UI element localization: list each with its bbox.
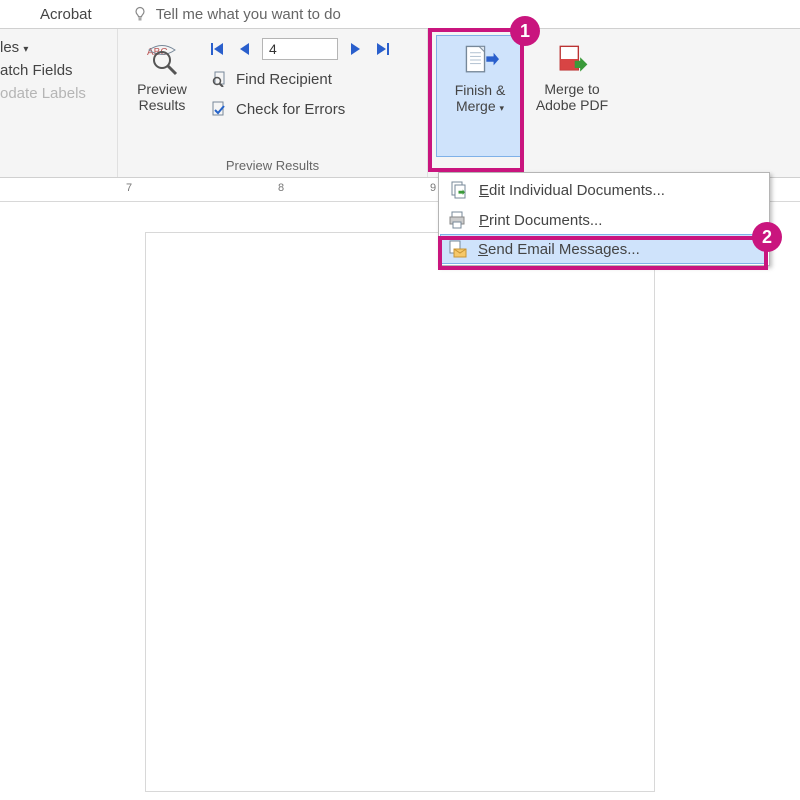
callout-badge-1: 1 — [510, 16, 540, 46]
callout-badge-2: 2 — [752, 222, 782, 252]
document-page[interactable] — [145, 232, 655, 792]
tell-me-search[interactable]: Tell me what you want to do — [132, 6, 341, 23]
pdf-icon — [553, 41, 591, 77]
menu-label: EEdit Individual Documents...dit Individ… — [479, 182, 665, 199]
prev-record-button[interactable] — [234, 38, 256, 60]
menu-edit-individual-documents[interactable]: EEdit Individual Documents...dit Individ… — [441, 175, 767, 205]
lightbulb-icon — [132, 6, 148, 22]
document-arrow-icon — [461, 42, 499, 78]
write-insert-group: les ▾ atch Fields odate Labels — [0, 29, 118, 177]
chevron-down-icon: ▾ — [500, 103, 505, 113]
menu-print-documents[interactable]: PPrint Documents...rint Documents... — [441, 205, 767, 235]
merge-to-pdf-button[interactable]: Merge to Adobe PDF — [524, 35, 620, 157]
menu-label: SSend Email Messages...end Email Message… — [478, 241, 640, 258]
match-fields-button[interactable]: atch Fields — [0, 62, 86, 79]
ribbon: les ▾ atch Fields odate Labels ABC Previ… — [0, 28, 800, 178]
rules-button[interactable]: les ▾ — [0, 39, 86, 56]
finish-merge-dropdown: EEdit Individual Documents...dit Individ… — [438, 172, 770, 266]
check-icon — [210, 100, 228, 118]
check-errors-button[interactable]: Check for Errors — [206, 97, 419, 121]
document-area — [0, 202, 800, 798]
magnifier-icon: ABC — [143, 41, 181, 77]
printer-icon — [447, 210, 469, 230]
documents-icon — [447, 180, 469, 200]
finish-group: Finish & Merge ▾ Merge to Adobe PDF — [428, 29, 688, 177]
finish-merge-button[interactable]: Finish & Merge ▾ — [436, 35, 524, 157]
preview-results-group: ABC Preview Results — [118, 29, 428, 177]
last-record-button[interactable] — [372, 38, 394, 60]
first-record-button[interactable] — [206, 38, 228, 60]
menu-label: PPrint Documents...rint Documents... — [479, 212, 602, 229]
next-record-button[interactable] — [344, 38, 366, 60]
record-number-input[interactable] — [262, 38, 338, 60]
preview-results-button[interactable]: ABC Preview Results — [126, 35, 198, 157]
tell-me-placeholder: Tell me what you want to do — [156, 6, 341, 23]
email-icon — [446, 239, 468, 259]
tab-acrobat[interactable]: Acrobat — [40, 6, 92, 23]
update-labels-button: odate Labels — [0, 85, 86, 102]
record-navigation — [206, 37, 419, 61]
search-icon — [210, 70, 228, 88]
find-recipient-button[interactable]: Find Recipient — [206, 67, 419, 91]
ribbon-tabs: Acrobat Tell me what you want to do — [0, 0, 800, 28]
group-label-preview: Preview Results — [118, 158, 427, 173]
menu-send-email-messages[interactable]: SSend Email Messages...end Email Message… — [440, 234, 768, 264]
